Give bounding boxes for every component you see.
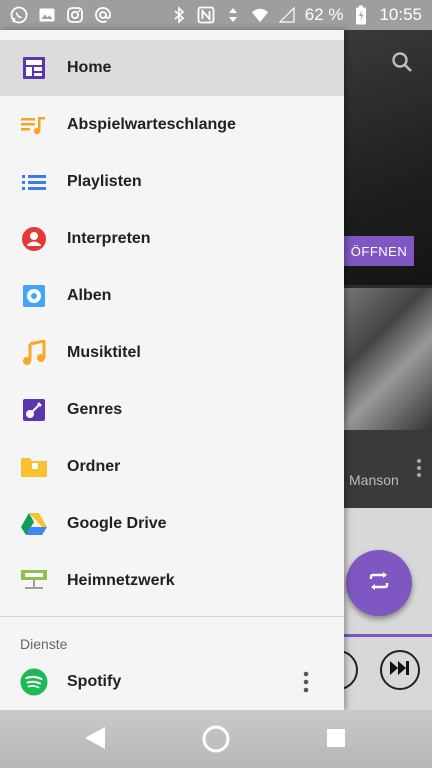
drawer-item-playlists[interactable]: Playlisten [0, 154, 344, 210]
drawer-item-folders[interactable]: Ordner [0, 439, 344, 495]
recents-icon[interactable] [326, 728, 346, 748]
drawer-item-label: Playlisten [67, 173, 142, 190]
artist-icon [20, 225, 48, 253]
whatsapp-icon [10, 6, 28, 24]
skip-next-button[interactable] [380, 650, 420, 690]
drawer-item-label: Ordner [67, 458, 121, 475]
folder-icon [20, 453, 48, 481]
drawer-item-label: Spotify [67, 673, 122, 690]
image-icon [38, 6, 56, 24]
now-playing-row[interactable]: Manson [344, 430, 432, 508]
clock: 10:55 [379, 5, 422, 24]
google-drive-icon [20, 510, 48, 538]
drawer-item-tracks[interactable]: Musiktitel [0, 325, 344, 381]
battery-icon [352, 5, 370, 25]
playlist-icon [20, 168, 48, 196]
drawer-item-label: Home [67, 59, 112, 76]
more-vert-icon[interactable] [294, 668, 318, 696]
home-network-icon [20, 567, 48, 595]
drawer-item-label: Abspielwarteschlange [67, 116, 236, 133]
drawer-item-home-network[interactable]: Heimnetzwerk [0, 553, 344, 609]
repeat-icon [366, 568, 392, 599]
drawer-item-albums[interactable]: Alben [0, 268, 344, 324]
home-icon [20, 54, 48, 82]
system-nav-bar [0, 710, 432, 768]
back-icon[interactable] [84, 726, 106, 750]
home-circle-icon[interactable] [202, 725, 230, 753]
nfc-icon [197, 6, 215, 24]
drawer-item-label: Alben [67, 287, 112, 304]
background-app: ÖFFNEN Manson [344, 30, 432, 710]
drawer-item-label: Heimnetzwerk [67, 572, 175, 589]
drawer-item-label: Google Drive [67, 515, 167, 532]
status-bar: 62 % 10:55 [0, 0, 432, 30]
drawer-item-spotify[interactable]: Spotify [0, 654, 344, 710]
signal-icon [278, 6, 296, 24]
instagram-icon [66, 6, 84, 24]
search-icon[interactable] [390, 50, 414, 79]
bluetooth-icon [170, 6, 188, 24]
drawer-item-genres[interactable]: Genres [0, 382, 344, 438]
section-title-services: Dienste [20, 636, 68, 652]
drawer-item-label: Genres [67, 401, 123, 418]
progress-line [344, 634, 432, 637]
spotify-icon [20, 668, 48, 696]
music-note-icon [20, 339, 48, 367]
artist-photo [344, 288, 432, 430]
drawer-item-label: Musiktitel [67, 344, 141, 361]
drawer-item-home[interactable]: Home [0, 40, 344, 96]
data-arrows-icon [224, 6, 242, 24]
at-icon [94, 6, 112, 24]
queue-icon [20, 111, 48, 139]
open-button[interactable]: ÖFFNEN [344, 236, 414, 266]
album-icon [20, 282, 48, 310]
more-vert-icon[interactable] [416, 458, 422, 483]
repeat-fab[interactable] [346, 550, 412, 616]
drawer-item-queue[interactable]: Abspielwarteschlange [0, 97, 344, 153]
navigation-drawer: Home Abspielwarteschlange Playlisten Int… [0, 30, 344, 710]
drawer-divider [0, 616, 344, 617]
drawer-item-label: Interpreten [67, 230, 151, 247]
artist-name: Manson [349, 472, 399, 488]
wifi-icon [251, 6, 269, 24]
guitar-icon [20, 396, 48, 424]
drawer-item-artists[interactable]: Interpreten [0, 211, 344, 267]
drawer-item-google-drive[interactable]: Google Drive [0, 496, 344, 552]
battery-percent: 62 % [304, 5, 344, 24]
skip-next-icon [389, 660, 411, 681]
